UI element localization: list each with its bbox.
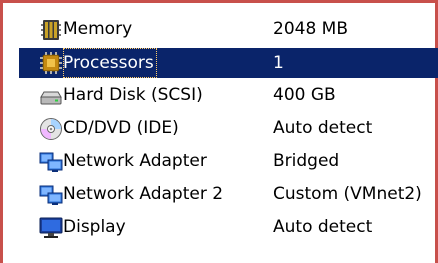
device-name: Network Adapter xyxy=(63,151,207,171)
hardware-panel: Memory 2048 MB Processors 1 Hard Disk (S… xyxy=(0,0,438,263)
device-row-processors[interactable]: Processors 1 xyxy=(19,48,438,78)
device-row-cd-dvd[interactable]: CD/DVD (IDE) Auto detect xyxy=(19,112,438,145)
device-summary: Auto detect xyxy=(273,118,373,138)
device-summary: Custom (VMnet2) xyxy=(273,184,422,204)
device-name: Hard Disk (SCSI) xyxy=(63,85,203,105)
device-list: Memory 2048 MB Processors 1 Hard Disk (S… xyxy=(19,13,438,244)
device-row-network-adapter[interactable]: Network Adapter Bridged xyxy=(19,145,438,178)
device-row-hard-disk[interactable]: Hard Disk (SCSI) 400 GB xyxy=(19,79,438,112)
device-summary: 1 xyxy=(273,53,284,73)
device-name: CD/DVD (IDE) xyxy=(63,118,179,138)
device-row-memory[interactable]: Memory 2048 MB xyxy=(19,13,438,46)
memory-icon xyxy=(39,18,63,42)
processor-icon xyxy=(39,51,63,75)
device-summary: 2048 MB xyxy=(273,19,348,39)
network-adapter-icon xyxy=(39,183,63,207)
device-name: Network Adapter 2 xyxy=(63,184,224,204)
network-adapter-icon xyxy=(39,150,63,174)
device-summary: Auto detect xyxy=(273,217,373,237)
device-name: Processors xyxy=(63,48,157,78)
cd-dvd-icon xyxy=(39,117,63,141)
hard-disk-icon xyxy=(39,84,63,108)
device-summary: 400 GB xyxy=(273,85,336,105)
device-row-network-adapter-2[interactable]: Network Adapter 2 Custom (VMnet2) xyxy=(19,178,438,211)
display-icon xyxy=(39,216,63,240)
device-summary: Bridged xyxy=(273,151,340,171)
device-name: Memory xyxy=(63,19,133,39)
device-row-display[interactable]: Display Auto detect xyxy=(19,211,438,244)
device-name: Display xyxy=(63,217,126,237)
